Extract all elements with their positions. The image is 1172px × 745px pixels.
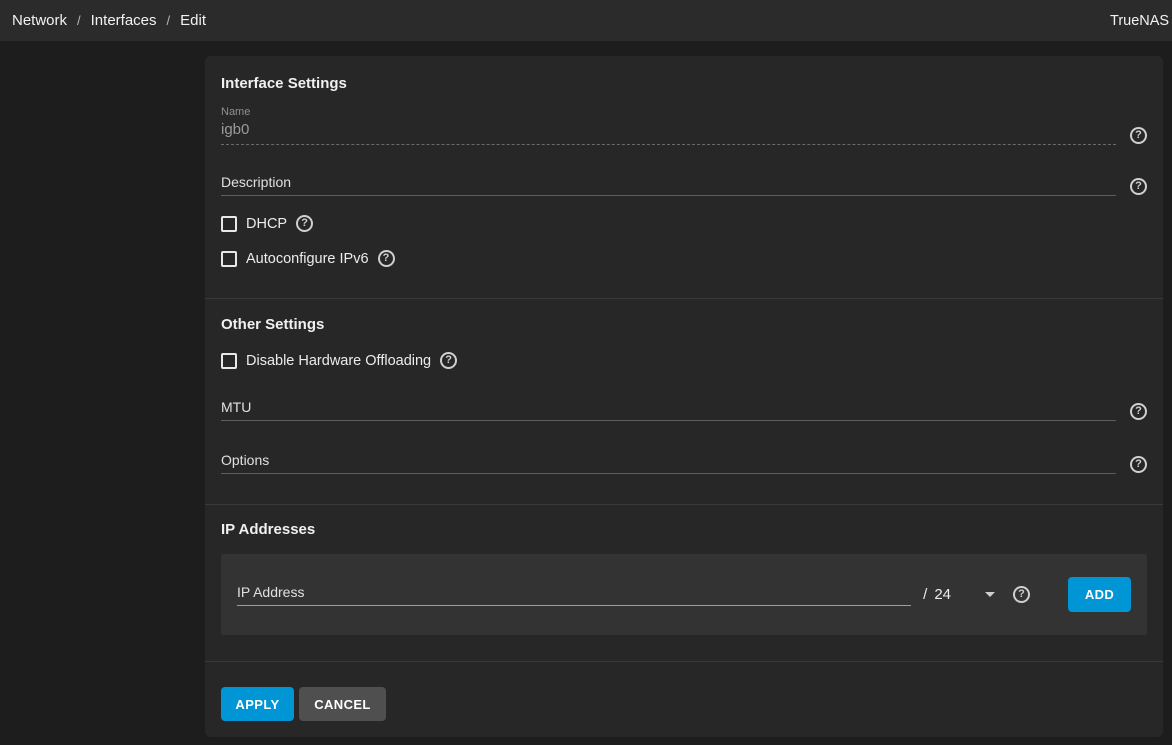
autoconfigure-ipv6-checkbox-row: Autoconfigure IPv6 ? (221, 250, 1147, 267)
autoconfigure-ipv6-help-icon[interactable]: ? (378, 250, 395, 267)
options-input[interactable]: Options (221, 452, 1116, 474)
edit-interface-card: Interface Settings Name igb0 ? Descripti… (205, 56, 1163, 737)
section-title-interface-settings: Interface Settings (221, 76, 1147, 92)
name-input: Name igb0 (221, 106, 1116, 145)
dhcp-checkbox-row: DHCP ? (221, 215, 1147, 232)
section-ip-addresses: IP Addresses IP Address / 24 ? ADD (205, 505, 1163, 662)
cancel-button[interactable]: CANCEL (299, 687, 386, 721)
mtu-help-icon[interactable]: ? (1130, 403, 1147, 420)
form-actions: APPLY CANCEL (205, 662, 1163, 745)
netmask-prefix-value: 24 (934, 586, 951, 603)
brand-title: TrueNAS C (1110, 13, 1172, 29)
apply-button[interactable]: APPLY (221, 687, 294, 721)
description-field-row: Description ? (221, 174, 1147, 196)
section-other-settings: Other Settings Disable Hardware Offloadi… (205, 299, 1163, 505)
disable-hardware-offloading-checkbox-label[interactable]: Disable Hardware Offloading (246, 353, 431, 369)
section-title-ip-addresses: IP Addresses (221, 522, 1147, 538)
ip-address-input[interactable]: IP Address (237, 584, 911, 606)
add-ip-address-button[interactable]: ADD (1068, 577, 1131, 612)
breadcrumb-separator: / (167, 13, 171, 28)
dhcp-checkbox-label[interactable]: DHCP (246, 216, 287, 232)
options-field-label: Options (221, 452, 1116, 468)
dhcp-checkbox[interactable] (221, 216, 237, 232)
description-field-label: Description (221, 174, 1116, 190)
section-title-other-settings: Other Settings (221, 317, 1147, 333)
options-help-icon[interactable]: ? (1130, 456, 1147, 473)
ip-address-field-label: IP Address (237, 584, 911, 600)
top-bar: Network / Interfaces / Edit TrueNAS C (0, 0, 1172, 41)
description-input[interactable]: Description (221, 174, 1116, 196)
breadcrumb-edit: Edit (180, 12, 206, 29)
name-help-icon[interactable]: ? (1130, 127, 1147, 144)
options-field-row: Options ? (221, 452, 1147, 474)
netmask-prefix-separator: / (923, 586, 927, 603)
name-field-row: Name igb0 ? (221, 106, 1147, 145)
netmask-prefix-select[interactable]: / 24 (923, 586, 951, 603)
disable-hardware-offloading-checkbox-row: Disable Hardware Offloading ? (221, 352, 1147, 369)
name-field-label: Name (221, 106, 1116, 119)
autoconfigure-ipv6-checkbox-label[interactable]: Autoconfigure IPv6 (246, 251, 369, 267)
description-help-icon[interactable]: ? (1130, 178, 1147, 195)
breadcrumb-network[interactable]: Network (12, 12, 67, 29)
name-field-value: igb0 (221, 121, 1116, 139)
ip-address-help-icon[interactable]: ? (1013, 586, 1030, 603)
autoconfigure-ipv6-checkbox[interactable] (221, 251, 237, 267)
dhcp-help-icon[interactable]: ? (296, 215, 313, 232)
breadcrumb-separator: / (77, 13, 81, 28)
mtu-field-label: MTU (221, 399, 1116, 415)
mtu-field-row: MTU ? (221, 399, 1147, 421)
netmask-dropdown-arrow-icon[interactable] (985, 592, 995, 597)
ip-address-panel: IP Address / 24 ? ADD (221, 554, 1147, 635)
section-interface-settings: Interface Settings Name igb0 ? Descripti… (205, 56, 1163, 299)
disable-hardware-offloading-help-icon[interactable]: ? (440, 352, 457, 369)
mtu-input[interactable]: MTU (221, 399, 1116, 421)
disable-hardware-offloading-checkbox[interactable] (221, 353, 237, 369)
breadcrumb-interfaces[interactable]: Interfaces (91, 12, 157, 29)
